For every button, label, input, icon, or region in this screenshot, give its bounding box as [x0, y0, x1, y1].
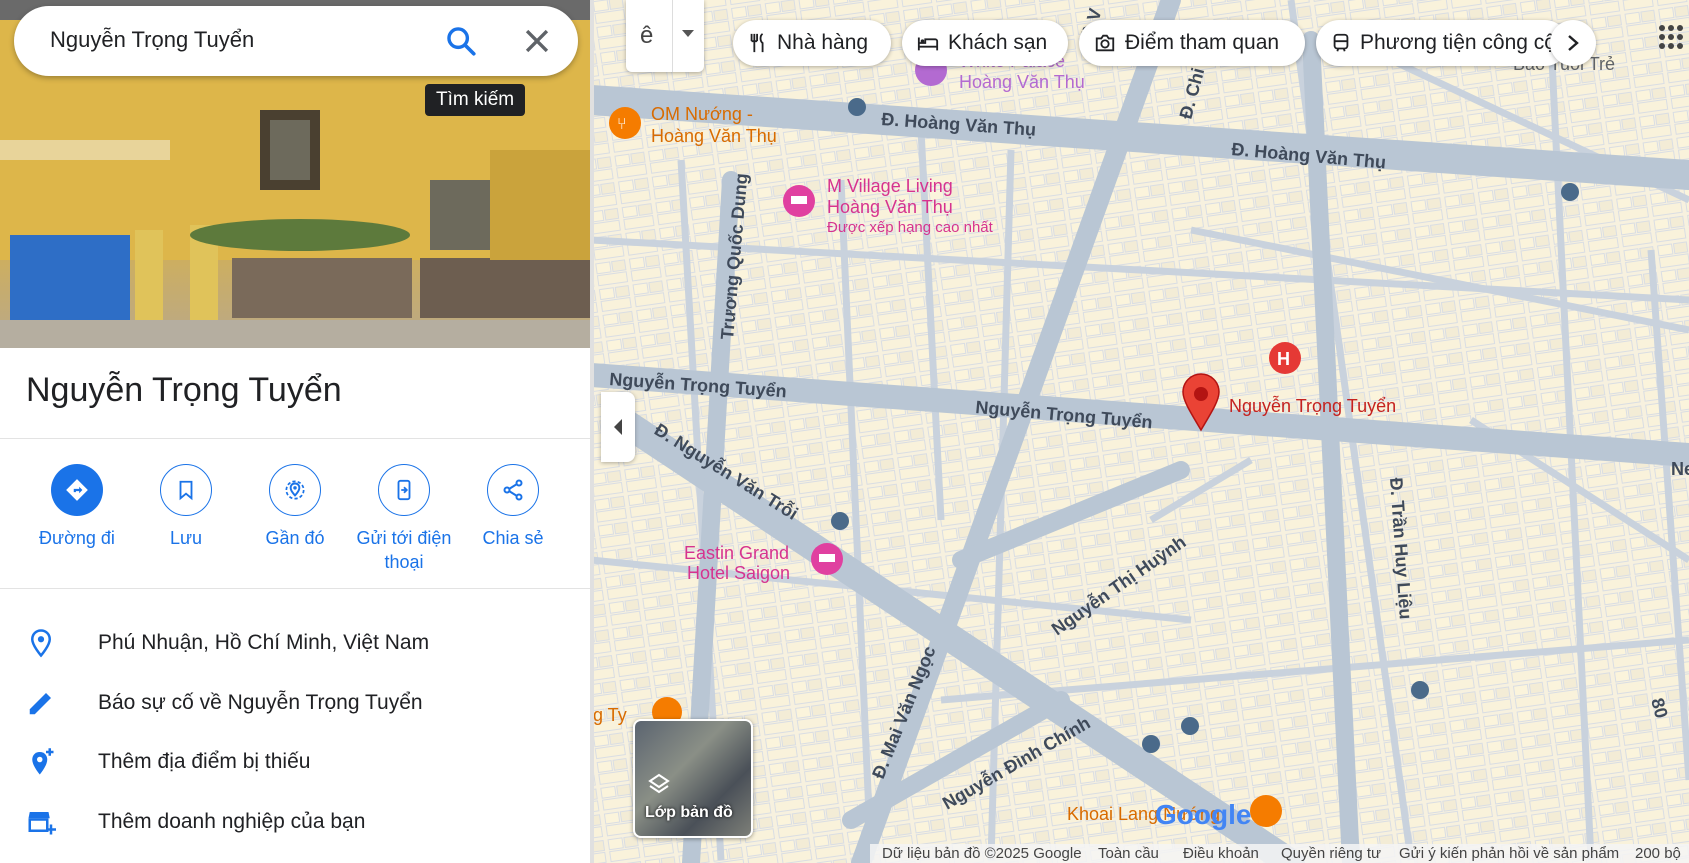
poi-g-ty-label: g Ty	[593, 705, 627, 725]
hospital-icon: H	[1277, 349, 1290, 369]
chip-hotels[interactable]: Khách sạn	[902, 20, 1068, 66]
map-layers-label: Lớp bản đồ	[645, 804, 733, 821]
footer-terms-link[interactable]: Điều khoản	[1183, 845, 1259, 862]
divider	[672, 0, 673, 72]
divider	[0, 438, 591, 439]
hospital-marker[interactable]: H	[1269, 342, 1301, 374]
poi-m-village-rating: Được xếp hạng cao nhất	[827, 219, 994, 236]
report-issue-text: Báo sự cố về Nguyễn Trọng Tuyển	[98, 691, 423, 714]
chip-transit-label: Phương tiện công cộng	[1360, 31, 1568, 54]
road-label-partial-ne: Ne	[1671, 459, 1689, 479]
collapse-panel-button[interactable]	[601, 392, 635, 462]
chips-next-button[interactable]	[1550, 20, 1596, 66]
footer-map-data: Dữ liệu bản đồ ©2025 Google	[882, 845, 1082, 862]
directions-button[interactable]: Đường đi	[22, 464, 132, 550]
add-missing-place-row[interactable]: Thêm địa điểm bị thiếu	[0, 737, 591, 787]
add-business-row[interactable]: Thêm doanh nghiệp của bạn	[0, 797, 591, 847]
footer-global-link[interactable]: Toàn cầu	[1098, 845, 1159, 862]
layers-icon	[648, 773, 670, 794]
apps-grid-icon[interactable]	[1658, 24, 1684, 50]
footer-feedback-link[interactable]: Gửi ý kiến phản hồi về sản phẩm	[1399, 845, 1619, 862]
search-icon	[447, 27, 476, 56]
map-layers-button[interactable]: Lớp bản đồ	[633, 719, 753, 838]
directions-icon	[66, 479, 88, 501]
poi-om-nuong-line1: OM Nướng -	[651, 104, 753, 124]
chevron-right-icon	[1568, 35, 1579, 51]
search-box[interactable]	[14, 6, 578, 76]
poi-m-village-line2: Hoàng Văn Thụ	[827, 197, 953, 217]
chevron-left-icon	[614, 419, 622, 435]
address-text: Phú Nhuận, Hồ Chí Minh, Việt Nam	[98, 631, 430, 654]
clear-search-button[interactable]	[520, 24, 554, 58]
place-title: Nguyễn Trọng Tuyển	[26, 371, 342, 409]
directions-label: Đường đi	[39, 528, 115, 548]
poi-om-nuong-line2: Hoàng Văn Thụ	[651, 126, 777, 146]
add-business-text: Thêm doanh nghiệp của bạn	[98, 810, 366, 833]
search-tooltip: Tìm kiếm	[425, 84, 526, 116]
chip-transit[interactable]: Phương tiện công cộng	[1316, 20, 1568, 66]
nearby-button[interactable]: Gần đó	[240, 464, 350, 550]
add-location-icon	[32, 748, 54, 775]
add-missing-place-text: Thêm địa điểm bị thiếu	[98, 750, 311, 773]
divider	[0, 588, 591, 589]
poi-white-palace-line2: Hoàng Văn Thụ	[959, 72, 1085, 92]
chip-attractions[interactable]: Điểm tham quan	[1079, 20, 1305, 66]
chip-restaurants-label: Nhà hàng	[777, 31, 869, 54]
footer-privacy-link[interactable]: Quyền riêng tư	[1281, 845, 1381, 862]
location-pin-icon	[30, 629, 52, 658]
nearby-label: Gần đó	[265, 528, 325, 548]
search-button[interactable]	[444, 24, 478, 58]
google-logo: Google	[1155, 799, 1251, 830]
restaurant-icon	[750, 33, 764, 53]
pencil-icon	[29, 693, 51, 715]
send-to-phone-button[interactable]: Gửi tới điện thoại	[349, 464, 459, 574]
map-type-switch[interactable]: ê	[626, 0, 704, 72]
map-footer: Dữ liệu bản đồ ©2025 Google Toàn cầu Điề…	[870, 844, 1689, 863]
search-input[interactable]	[48, 26, 412, 54]
map-canvas[interactable]: Đ. Hoàng Văn Thụ Đ. Hoàng Văn Thụ Trương…	[591, 0, 1689, 863]
report-issue-row[interactable]: Báo sự cố về Nguyễn Trọng Tuyển	[0, 678, 591, 728]
camera-icon	[1095, 34, 1115, 52]
add-business-icon	[28, 812, 56, 835]
hotel-icon	[819, 554, 835, 562]
map-drawing: Đ. Hoàng Văn Thụ Đ. Hoàng Văn Thụ Trương…	[591, 0, 1689, 863]
save-button[interactable]: Lưu	[131, 464, 241, 550]
panel-scrollbar[interactable]	[590, 0, 594, 863]
share-label: Chia sẻ	[482, 528, 544, 548]
chip-restaurants[interactable]: Nhà hàng	[733, 20, 891, 66]
poi-eastin-line2: Hotel Saigon	[687, 563, 790, 583]
save-label: Lưu	[169, 528, 203, 548]
chip-attractions-label: Điểm tham quan	[1125, 31, 1280, 54]
map-type-glyph: ê	[640, 22, 654, 49]
place-panel: Tìm kiếm Nguyễn Trọng Tuyển Đường đi Lưu…	[0, 0, 591, 863]
selected-pin-label: Nguyễn Trọng Tuyển	[1229, 395, 1396, 416]
share-icon	[503, 479, 523, 501]
footer-scale[interactable]: 200 bộ	[1635, 845, 1681, 862]
address-row[interactable]: Phú Nhuận, Hồ Chí Minh, Việt Nam	[0, 618, 591, 668]
poi-m-village-line1: M Village Living	[827, 176, 953, 196]
send-to-phone-label: Gửi tới điện thoại	[356, 528, 452, 572]
nearby-icon	[285, 480, 305, 500]
chip-hotels-label: Khách sạn	[948, 31, 1048, 54]
transit-icon	[1333, 33, 1349, 52]
bookmark-icon	[179, 480, 193, 501]
close-icon	[525, 29, 549, 53]
chevron-down-icon[interactable]	[682, 30, 694, 38]
hotel-icon	[917, 37, 939, 51]
share-button[interactable]: Chia sẻ	[458, 464, 568, 550]
hotel-icon	[791, 196, 807, 204]
restaurant-icon: ⑂	[617, 116, 627, 133]
poi-eastin-line1: Eastin Grand	[684, 543, 789, 563]
send-to-phone-icon	[397, 479, 411, 501]
